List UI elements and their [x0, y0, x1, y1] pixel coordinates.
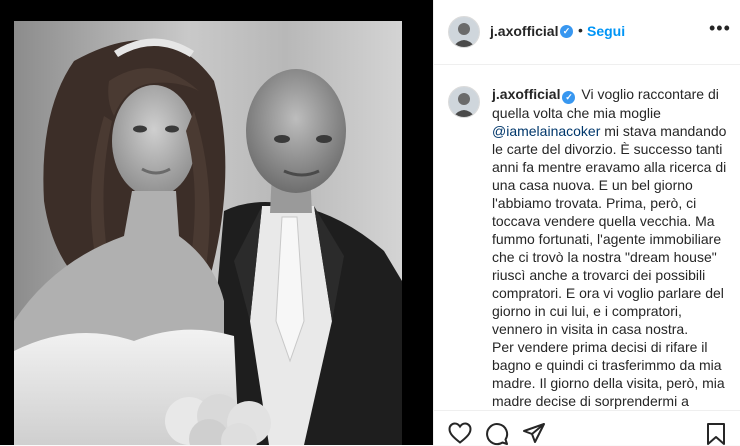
avatar-image: [449, 17, 479, 47]
avatar[interactable]: [448, 16, 480, 48]
caption-body-2: mi stava mandando le carte del divorzio.…: [492, 123, 727, 337]
post-sidebar: j.axofficial ✓ • Segui ••• j.axofficial ✓…: [433, 0, 740, 446]
caption-avatar[interactable]: [448, 86, 480, 118]
caption-text: j.axofficial ✓ Vi voglio raccontare di qu…: [492, 85, 732, 410]
caption-username[interactable]: j.axofficial: [492, 86, 560, 102]
heart-icon[interactable]: [448, 422, 472, 444]
follow-button[interactable]: Segui: [587, 23, 625, 39]
username-link[interactable]: j.axofficial: [490, 23, 558, 39]
action-bar: [434, 410, 740, 446]
more-options-icon[interactable]: •••: [709, 18, 731, 39]
verified-badge-icon: ✓: [562, 91, 576, 104]
bookmark-icon[interactable]: [706, 422, 726, 446]
post-header: j.axofficial ✓ • Segui •••: [434, 0, 740, 65]
caption-paragraph-2: Per vendere prima decisi di rifare il ba…: [492, 339, 725, 409]
post-media-panel: [0, 0, 433, 445]
wedding-photo: [14, 21, 402, 445]
avatar-image: [449, 87, 479, 117]
caption-mention[interactable]: @iamelainacoker: [492, 123, 600, 139]
separator: •: [578, 22, 583, 38]
post-photo[interactable]: [14, 21, 402, 445]
send-icon[interactable]: [522, 422, 546, 444]
caption-area: j.axofficial ✓ Vi voglio raccontare di qu…: [434, 65, 740, 410]
comment-icon[interactable]: [485, 422, 509, 446]
verified-badge-icon: ✓: [560, 25, 573, 38]
